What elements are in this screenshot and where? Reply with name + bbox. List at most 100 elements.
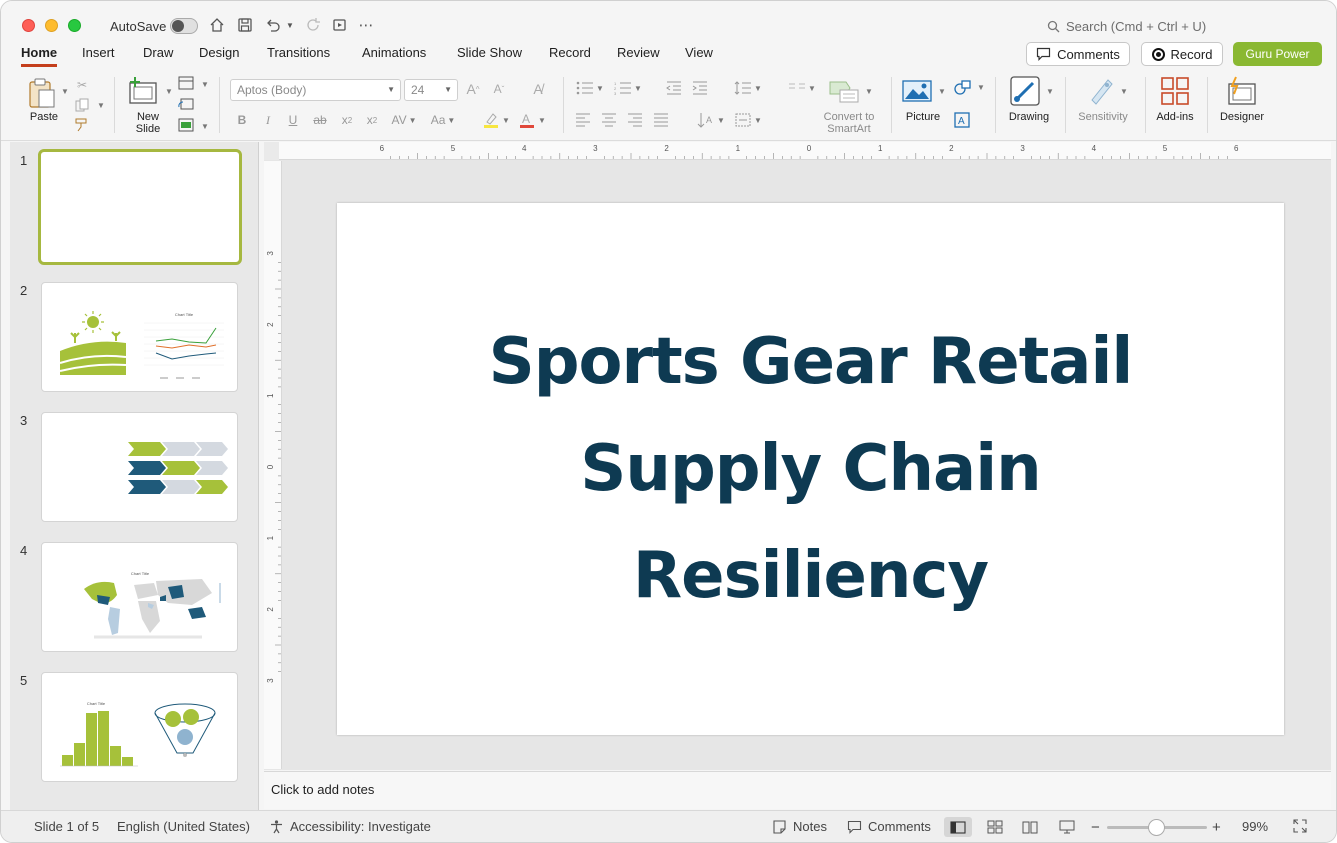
text-box-icon[interactable]: A bbox=[952, 111, 972, 129]
font-name-select[interactable]: Aptos (Body) ▼ bbox=[230, 79, 401, 101]
align-text-icon[interactable]: ▼ bbox=[731, 111, 765, 129]
undo-dropdown-chevron-icon[interactable]: ▼ bbox=[285, 15, 295, 35]
highlight-color-icon[interactable]: ▼ bbox=[479, 111, 513, 129]
copy-icon[interactable] bbox=[73, 97, 93, 113]
slide-thumbnail-5[interactable]: Chart Title bbox=[41, 672, 238, 782]
normal-view-button[interactable] bbox=[944, 817, 972, 837]
zoom-percentage[interactable]: 99% bbox=[1242, 819, 1268, 834]
paste-dropdown-icon[interactable]: ▼ bbox=[61, 87, 69, 96]
tab-transitions[interactable]: Transitions bbox=[267, 45, 330, 64]
underline-icon[interactable]: U bbox=[285, 111, 301, 129]
comments-toggle-button[interactable]: Comments bbox=[847, 819, 931, 834]
tab-slide-show[interactable]: Slide Show bbox=[457, 45, 522, 64]
justify-icon[interactable] bbox=[652, 111, 670, 129]
tab-record[interactable]: Record bbox=[549, 45, 591, 64]
reset-slide-icon[interactable] bbox=[177, 96, 195, 112]
guru-power-button[interactable]: Guru Power bbox=[1233, 42, 1322, 66]
shapes-icon[interactable] bbox=[952, 79, 972, 97]
line-spacing-icon[interactable]: ▼ bbox=[730, 79, 766, 97]
undo-icon[interactable] bbox=[263, 15, 283, 35]
comments-button[interactable]: Comments bbox=[1026, 42, 1130, 66]
fit-to-window-button[interactable] bbox=[1293, 819, 1307, 833]
tab-draw[interactable]: Draw bbox=[143, 45, 173, 64]
minimize-window-button[interactable] bbox=[45, 19, 58, 32]
slide-title-textbox[interactable]: Sports Gear Retail Supply Chain Resilien… bbox=[431, 309, 1191, 630]
font-size-select[interactable]: 24 ▼ bbox=[404, 79, 458, 101]
drawing-dropdown-icon[interactable]: ▼ bbox=[1046, 87, 1054, 96]
picture-dropdown-icon[interactable]: ▼ bbox=[938, 87, 946, 96]
home-icon[interactable] bbox=[207, 15, 227, 35]
numbering-icon[interactable]: 1 2 3 ▼ bbox=[611, 79, 645, 97]
record-button[interactable]: Record bbox=[1141, 42, 1223, 66]
add-ins-icon[interactable] bbox=[1159, 75, 1191, 107]
columns-icon[interactable]: ▼ bbox=[785, 79, 819, 97]
bold-icon[interactable]: B bbox=[234, 111, 250, 129]
slide-thumbnail-2[interactable]: Chart Title bbox=[41, 282, 238, 392]
align-right-icon[interactable] bbox=[626, 111, 644, 129]
clear-formatting-icon[interactable]: A̸ bbox=[529, 79, 547, 99]
strikethrough-icon[interactable]: ab bbox=[311, 111, 329, 129]
decrease-font-icon[interactable]: Aˇ bbox=[490, 79, 508, 99]
tab-review[interactable]: Review bbox=[617, 45, 660, 64]
redo-icon[interactable] bbox=[303, 15, 323, 35]
superscript-icon[interactable]: x2 bbox=[338, 111, 356, 129]
current-slide-canvas[interactable]: Sports Gear Retail Supply Chain Resilien… bbox=[337, 203, 1284, 735]
picture-icon[interactable] bbox=[901, 77, 933, 105]
layout-dropdown-icon[interactable]: ▼ bbox=[201, 80, 209, 89]
language-status[interactable]: English (United States) bbox=[117, 819, 250, 834]
align-left-icon[interactable] bbox=[574, 111, 592, 129]
paste-icon[interactable] bbox=[25, 77, 59, 109]
subscript-icon[interactable]: x2 bbox=[363, 111, 381, 129]
character-spacing-icon[interactable]: AV ▼ bbox=[388, 111, 420, 129]
zoom-in-button[interactable]: + bbox=[1212, 819, 1221, 836]
change-case-icon[interactable]: Aa ▼ bbox=[426, 111, 460, 129]
tab-home[interactable]: Home bbox=[21, 45, 58, 67]
zoom-slider-handle[interactable] bbox=[1148, 819, 1165, 836]
drawing-icon[interactable] bbox=[1008, 75, 1042, 107]
italic-icon[interactable]: I bbox=[260, 111, 276, 129]
tab-design[interactable]: Design bbox=[199, 45, 239, 64]
reading-view-button[interactable] bbox=[1016, 817, 1044, 837]
tab-view[interactable]: View bbox=[685, 45, 713, 64]
font-color-icon[interactable]: A ▼ bbox=[515, 111, 549, 129]
increase-indent-icon[interactable] bbox=[691, 79, 709, 97]
sensitivity-dropdown-icon[interactable]: ▼ bbox=[1120, 87, 1128, 96]
smartart-icon[interactable] bbox=[827, 77, 861, 105]
close-window-button[interactable] bbox=[22, 19, 35, 32]
copy-dropdown-icon[interactable]: ▼ bbox=[97, 101, 105, 110]
slide-thumbnails-panel[interactable]: 1 2 Chart Title 3 4 Chart Title 5 Chart … bbox=[10, 142, 259, 810]
new-slide-icon[interactable] bbox=[127, 75, 159, 107]
designer-icon[interactable] bbox=[1225, 75, 1259, 107]
tab-insert[interactable]: Insert bbox=[82, 45, 115, 64]
present-icon[interactable] bbox=[330, 15, 350, 35]
layout-icon[interactable] bbox=[177, 75, 195, 91]
save-icon[interactable] bbox=[235, 15, 255, 35]
slide-sorter-view-button[interactable] bbox=[981, 817, 1009, 837]
smartart-dropdown-icon[interactable]: ▼ bbox=[865, 87, 873, 96]
align-center-icon[interactable] bbox=[600, 111, 618, 129]
notes-toggle-button[interactable]: Notes bbox=[772, 819, 827, 834]
slide-thumbnail-1[interactable] bbox=[38, 149, 242, 265]
slide-show-view-button[interactable] bbox=[1053, 817, 1081, 837]
accessibility-status[interactable]: Accessibility: Investigate bbox=[269, 819, 431, 834]
more-options-icon[interactable]: ⋯ bbox=[357, 15, 375, 35]
text-direction-icon[interactable]: A ▼ bbox=[694, 111, 728, 129]
slide-thumbnail-4[interactable]: Chart Title bbox=[41, 542, 238, 652]
section-icon[interactable] bbox=[177, 117, 195, 133]
bullets-icon[interactable]: ▼ bbox=[573, 79, 607, 97]
shapes-dropdown-icon[interactable]: ▼ bbox=[977, 83, 985, 92]
tab-animations[interactable]: Animations bbox=[362, 45, 426, 64]
decrease-indent-icon[interactable] bbox=[665, 79, 683, 97]
format-painter-icon[interactable] bbox=[73, 117, 91, 133]
notes-pane[interactable]: Click to add notes bbox=[264, 771, 1331, 809]
sensitivity-icon[interactable] bbox=[1085, 75, 1117, 107]
cut-icon[interactable]: ✂ bbox=[74, 77, 90, 93]
maximize-window-button[interactable] bbox=[68, 19, 81, 32]
increase-font-icon[interactable]: A ^ bbox=[464, 79, 482, 99]
slide-thumbnail-3[interactable] bbox=[41, 412, 238, 522]
search-box[interactable]: Search (Cmd + Ctrl + U) bbox=[1047, 19, 1206, 34]
autosave-toggle[interactable] bbox=[170, 18, 198, 34]
zoom-out-button[interactable]: − bbox=[1091, 819, 1100, 836]
new-slide-dropdown-icon[interactable]: ▼ bbox=[165, 87, 173, 96]
section-dropdown-icon[interactable]: ▼ bbox=[201, 122, 209, 131]
